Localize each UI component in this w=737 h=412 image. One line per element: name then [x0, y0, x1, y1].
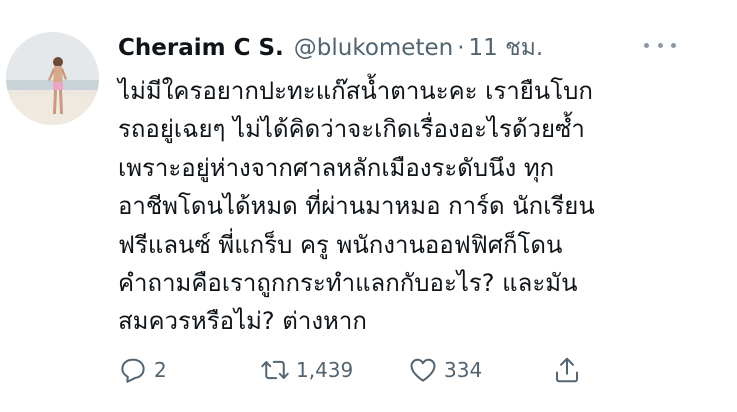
more-horizontal-icon[interactable] — [640, 33, 680, 57]
avatar-image — [6, 32, 99, 125]
heart-icon — [408, 355, 438, 385]
tweet-card[interactable]: Cheraim C S. @blukometen · 11 ชม. ไม่มีใ… — [0, 0, 737, 412]
reply-icon — [118, 355, 148, 385]
share-icon — [552, 355, 582, 385]
separator-dot: · — [457, 35, 465, 61]
more-dot — [644, 42, 649, 48]
reply-count: 2 — [154, 358, 167, 382]
timestamp[interactable]: 11 ชม. — [469, 30, 544, 66]
display-name[interactable]: Cheraim C S. — [118, 35, 284, 61]
more-dot — [671, 42, 676, 48]
retweet-count: 1,439 — [296, 358, 354, 382]
user-handle[interactable]: @blukometen — [294, 35, 453, 61]
avatar[interactable] — [6, 32, 99, 125]
action-bar: 2 1,439 334 — [118, 350, 588, 390]
reply-button[interactable]: 2 — [118, 350, 167, 390]
tweet-header: Cheraim C S. @blukometen · 11 ชม. — [118, 30, 543, 66]
retweet-icon — [260, 355, 290, 385]
like-button[interactable]: 334 — [408, 350, 482, 390]
like-count: 334 — [444, 358, 483, 382]
retweet-button[interactable]: 1,439 — [260, 350, 353, 390]
more-dot — [657, 42, 663, 48]
tweet-text: ไม่มีใครอยากปะทะแก๊สน้ำตานะคะ เรายืนโบก … — [118, 77, 595, 336]
share-button[interactable] — [552, 350, 582, 390]
